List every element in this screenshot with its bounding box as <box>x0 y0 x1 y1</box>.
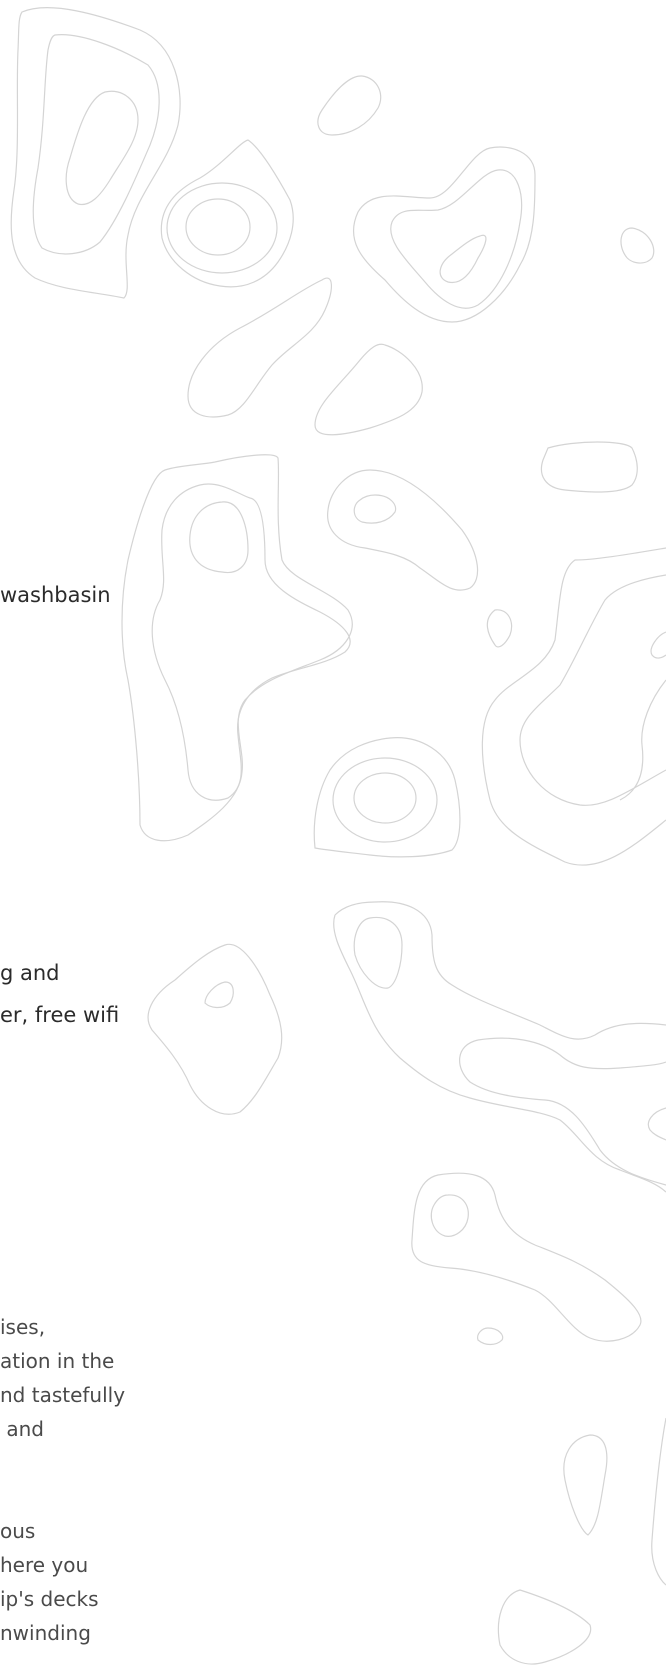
contour-line <box>390 169 523 309</box>
contour-line <box>187 277 332 418</box>
contour-line <box>374 901 666 1040</box>
contour-line <box>189 501 249 574</box>
contour-line <box>430 1194 469 1237</box>
contour-line <box>353 494 397 524</box>
contour-line <box>353 772 417 824</box>
contour-line <box>204 981 234 1009</box>
contour-line <box>563 1434 608 1536</box>
contour-line <box>439 234 487 284</box>
contour-line <box>477 1037 666 1070</box>
contour-line <box>314 343 423 436</box>
contour-line <box>519 574 666 806</box>
contour-line <box>147 943 283 1115</box>
contour-line <box>486 609 513 648</box>
contour-line <box>477 1327 504 1346</box>
topographic-background <box>10 7 666 1665</box>
description-line: nwinding <box>0 1621 91 1645</box>
contour-line <box>121 454 353 842</box>
contour-line <box>10 7 181 299</box>
description-line: here you <box>0 1553 89 1577</box>
description-line: ation in the <box>0 1349 115 1373</box>
contour-line <box>151 483 351 801</box>
description-line: ous <box>0 1519 36 1543</box>
description-line: ises, <box>0 1315 46 1339</box>
contour-line <box>185 198 251 256</box>
contour-line <box>497 1589 592 1665</box>
contour-line <box>32 34 160 255</box>
contour-line <box>353 146 536 323</box>
contour-line <box>166 182 278 274</box>
contour-line <box>332 757 438 843</box>
description-line: nd tastefully <box>0 1383 126 1407</box>
contour-line <box>620 227 655 264</box>
contour-line <box>353 916 403 989</box>
contour-line <box>411 1172 642 1342</box>
contour-line <box>540 441 638 493</box>
contour-line <box>65 90 139 206</box>
contour-line <box>333 901 666 1193</box>
contour-line <box>160 139 294 288</box>
contour-line <box>317 75 382 136</box>
contour-line <box>650 631 666 659</box>
amenity-text-line: er, free wifi <box>0 1003 120 1027</box>
contour-line <box>327 469 479 591</box>
description-line: ip's decks <box>0 1587 99 1611</box>
contour-line <box>458 1039 666 1186</box>
contour-line <box>481 547 666 866</box>
amenity-text-line: washbasin <box>0 583 111 607</box>
contour-line <box>651 1417 666 1586</box>
contour-line <box>313 737 461 858</box>
contour-line <box>619 679 666 801</box>
amenity-text-line: g and <box>0 961 60 985</box>
description-line: and <box>0 1417 44 1441</box>
contour-line <box>647 1107 666 1141</box>
